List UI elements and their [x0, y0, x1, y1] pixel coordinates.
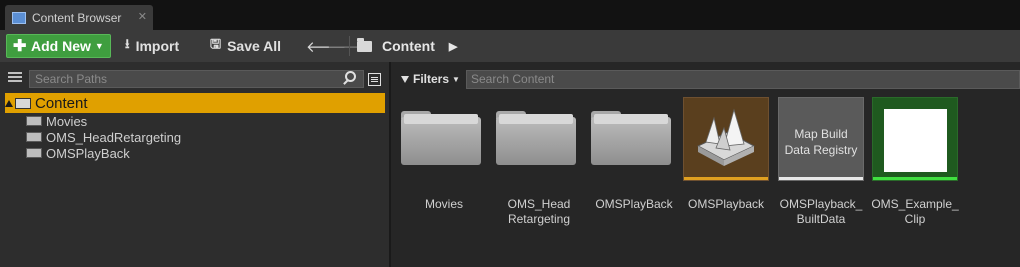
toolbar-divider — [349, 36, 350, 56]
plus-icon: ✚ — [13, 38, 27, 55]
asset-type-bar — [684, 177, 768, 180]
asset-label: OMSPlayBack — [595, 197, 673, 211]
tree-item-omsplayback[interactable]: OMSPlayBack — [26, 145, 130, 161]
content-browser-icon — [12, 11, 26, 24]
import-button[interactable]: ⭳ Import — [125, 34, 179, 58]
search-paths-input[interactable]: Search Paths — [29, 70, 364, 88]
folder-icon — [496, 111, 576, 165]
asset-thumbnail: Map Build Data Registry — [778, 97, 864, 181]
tree-item-oms-headretargeting[interactable]: OMS_HeadRetargeting — [26, 129, 181, 145]
folder-icon — [26, 148, 42, 158]
search-icon[interactable] — [345, 71, 356, 82]
folder-icon — [401, 111, 481, 165]
tree-item-content[interactable]: Content — [5, 93, 385, 113]
asset-thumbnail — [872, 97, 958, 181]
chevron-right-icon[interactable]: ▶ — [449, 40, 457, 53]
asset-view: Filters ▼ Search Content Movies OMS_Head… — [391, 62, 1020, 267]
import-icon: ⭳ — [125, 36, 130, 51]
asset-label: OMSPlayback — [687, 197, 765, 211]
asset-label: OMS_Head Retargeting — [507, 197, 571, 226]
asset-type-bar — [873, 177, 957, 180]
asset-thumbnail — [683, 97, 769, 181]
folder-icon — [357, 37, 372, 52]
clip-preview — [884, 109, 947, 172]
folder-open-icon — [15, 97, 31, 109]
breadcrumb-content[interactable]: Content — [382, 38, 435, 54]
filters-label: Filters — [413, 72, 450, 86]
asset-label: Movies — [424, 197, 463, 211]
sources-panel: Search Paths Content Movies OMS_HeadReta… — [0, 62, 389, 267]
asset-label: OMSPlayback_ BuiltData — [779, 197, 863, 226]
toolbar: ✚ Add New ▼ ⭳ Import 🖫 Save All 🡐 🡒 Cont… — [0, 30, 1020, 62]
tree-item-label: OMS_HeadRetargeting — [46, 129, 182, 145]
asset-label: OMS_Example_ Clip — [871, 197, 959, 226]
expand-arrow-icon[interactable] — [5, 99, 13, 107]
chevron-down-icon: ▼ — [94, 41, 104, 51]
tree-item-movies[interactable]: Movies — [26, 113, 87, 129]
asset-type-bar — [779, 177, 863, 180]
add-new-button[interactable]: ✚ Add New ▼ — [6, 34, 111, 58]
close-icon[interactable]: ✕ — [138, 10, 147, 23]
breadcrumb[interactable]: Content ▶ — [357, 34, 457, 58]
filters-button[interactable]: Filters ▼ — [401, 71, 460, 87]
folder-icon — [26, 116, 42, 126]
save-all-button[interactable]: 🖫 Save All — [210, 34, 281, 58]
search-content-input[interactable]: Search Content — [466, 70, 1020, 89]
level-sequence-icon — [696, 108, 756, 166]
folder-icon — [26, 132, 42, 142]
sources-header: Search Paths — [0, 62, 389, 90]
tab-content-browser[interactable]: Content Browser ✕ — [5, 5, 153, 30]
view-options-icon[interactable] — [368, 73, 381, 86]
add-new-label: Add New — [31, 38, 91, 54]
import-label: Import — [135, 38, 180, 54]
collapse-sources-icon[interactable] — [8, 72, 22, 84]
tree-root-label: Content — [35, 94, 88, 112]
tree-item-label: Movies — [46, 113, 88, 129]
tab-bar: Content Browser ✕ — [0, 0, 1020, 30]
chevron-down-icon: ▼ — [452, 74, 460, 84]
save-icon: 🖫 — [210, 36, 222, 51]
filter-icon — [401, 75, 409, 83]
save-all-label: Save All — [227, 38, 282, 54]
tab-title: Content Browser — [32, 10, 122, 25]
folder-icon — [591, 111, 671, 165]
tree-item-label: OMSPlayBack — [46, 145, 130, 161]
thumbnail-text: Map Build Data Registry — [784, 127, 858, 157]
